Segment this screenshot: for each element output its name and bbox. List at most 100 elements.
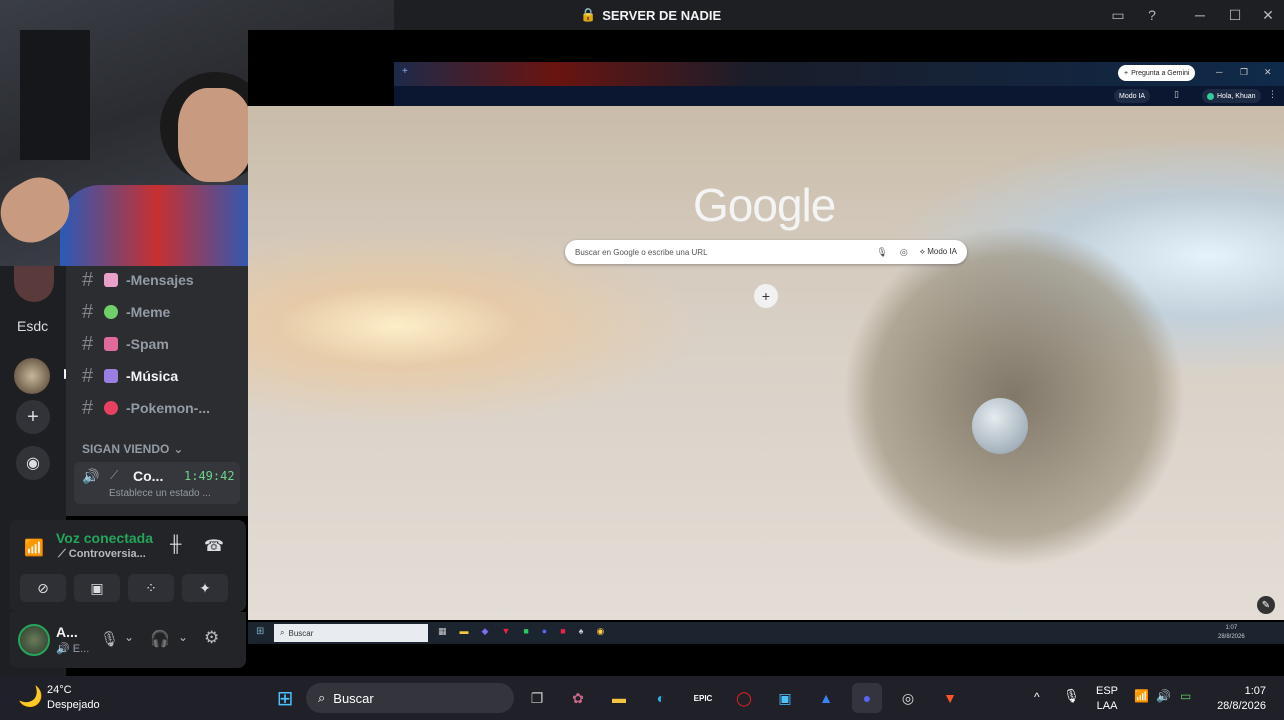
taskbar-clock[interactable]: 1:07 28/8/2026 [1212,684,1266,714]
browser-minimize-icon[interactable]: ─ [1216,67,1222,77]
app-icon: ■ [560,626,566,636]
activities-button[interactable]: ⁘ [128,574,174,602]
language-indicator[interactable]: ESP LAA [1096,684,1118,714]
playstation-button[interactable]: ▲ [811,683,841,713]
pokeball-icon [104,401,118,415]
discover-icon[interactable]: ◉ [16,446,50,480]
opera-button[interactable]: ◯ [729,683,759,713]
soundboard-icon[interactable]: ╫ [170,536,181,554]
screen-share-button[interactable]: ▣ [74,574,120,602]
channel-spam[interactable]: # -Spam [82,330,242,358]
hash-icon: # [82,300,94,323]
server-avatar[interactable] [14,266,54,302]
close-button[interactable]: ✕ [1258,5,1278,25]
tray-mic-icon[interactable]: 🎙 [1063,688,1080,704]
search-mode-label: Modo IA [927,247,957,256]
start-button[interactable]: ⊞ [270,683,300,713]
browser-restore-icon[interactable]: ❐ [1240,67,1248,78]
customize-pencil-icon[interactable]: ✎ [1257,596,1275,614]
battery-icon[interactable]: ▭ [1180,689,1191,703]
task-view-button[interactable]: ❐ [522,683,552,713]
voice-panel: 📶 Voz conectada ⟋ Controversia... ╫ ☎ ⊘ … [10,520,246,612]
browser-address-bar: Modo IA ▯ Hola, Khuan ⋮ [394,86,1284,106]
voice-channel-ref-label: Controversia... [68,548,146,560]
signal-icon[interactable]: 📶 [24,538,44,558]
settings-gear-icon[interactable]: ⚙ [204,628,219,648]
avatar[interactable] [18,624,50,656]
windows-taskbar [0,676,1284,720]
copilot-icon: ✿ [572,689,584,706]
screen-share-icon: ▣ [90,579,104,596]
disconnect-icon[interactable]: ☎ [204,536,224,556]
mode-ia-chip[interactable]: Modo IA [1114,89,1151,103]
stream-windows-icon: ⊞ [256,626,265,637]
voice-search-icon[interactable]: 🎙 [876,247,887,258]
microphone-icon[interactable]: 🎙 [100,630,119,648]
channel-pokemon[interactable]: # -Pokemon-... [82,394,242,422]
search-mode-ia[interactable]: ⟡ Modo IA [920,247,957,257]
voice-channel-name: Co... [133,468,164,484]
stream-taskbar-apps: ▦ ▬ ◆ ▼ ■ ● ■ ♠ ◉ [438,626,604,637]
mode-ia-label: Modo IA [1119,92,1146,100]
voice-channel-ref[interactable]: ⟋ Controversia... [58,548,146,561]
moon-weather-icon[interactable]: 🌙 [18,684,43,709]
channel-meme[interactable]: # -Meme [82,298,242,326]
weather-widget[interactable]: 24°C Despejado [47,683,100,713]
volume-icon[interactable]: 🔊 [1156,689,1171,703]
gemini-button[interactable]: + Pregunta a Gemini [1118,65,1196,81]
hash-icon: # [82,396,94,419]
voice-category[interactable]: SIGAN VIENDO ⌄ [82,442,183,456]
playstation-icon: ♠ [578,626,584,636]
store-button[interactable]: ▣ [770,683,800,713]
app-icon: ■ [523,626,529,636]
wifi-icon[interactable]: 📶 [1134,689,1149,703]
add-shortcut-button[interactable]: + [754,284,778,308]
new-tab-icon[interactable]: + [402,66,408,77]
taskbar-search-label: Buscar [333,690,374,706]
soundboard-button[interactable]: ✦ [182,574,228,602]
file-explorer-button[interactable]: ▬ [604,683,634,713]
brave-button[interactable]: ▼ [935,683,965,713]
voice-duration: 1:49:42 [184,469,235,483]
epic-games-icon: EPIC [693,693,713,703]
channel-mensajes[interactable]: # -Mensajes [82,266,242,294]
bookmark-icon[interactable]: ▯ [1174,89,1179,100]
discord-icon: ● [862,690,872,706]
lens-icon[interactable]: ◎ [900,247,908,258]
copilot-button[interactable]: ✿ [563,683,593,713]
weather-desc: Despejado [47,699,100,711]
username[interactable]: A... [56,624,78,640]
channel-label: -Mensajes [126,272,194,288]
add-server-icon[interactable]: + [16,400,50,434]
camera-off-icon: ⊘ [37,579,49,596]
google-search-box[interactable]: Buscar en Google o escribe una URL 🎙 ◎ ⟡… [565,240,967,264]
maximize-button[interactable]: ☐ [1225,5,1245,25]
taskbar-search[interactable]: ⌕ Buscar [306,683,514,713]
server-icon-planet[interactable] [14,358,50,394]
camera-off-button[interactable]: ⊘ [20,574,66,602]
channel-musica[interactable]: # -Música [82,362,242,390]
headphones-icon[interactable]: 🎧 [150,629,170,649]
minimize-button[interactable]: ─ [1190,5,1210,25]
search-icon: ⌕ [318,690,326,705]
browser-close-icon[interactable]: ✕ [1264,67,1272,78]
headphones-chevron-icon[interactable]: ⌄ [178,630,188,644]
tray-chevron-icon[interactable]: ^ [1034,690,1040,704]
hash-icon: # [82,268,94,291]
hash-icon: # [82,332,94,355]
help-icon[interactable]: ? [1142,5,1162,25]
inbox-icon[interactable]: ▭ [1108,5,1128,25]
server-abbrev[interactable]: Esdc [17,318,48,334]
epic-games-button[interactable]: EPIC [688,683,718,713]
profile-chip[interactable]: Hola, Khuan [1202,89,1261,103]
browser-menu-icon[interactable]: ⋮ [1268,89,1277,100]
voice-connected-label[interactable]: Voz conectada [56,530,153,546]
obs-icon: ◎ [901,689,915,706]
voice-channel-item[interactable]: 🔊 ⟋ Co... 1:49:42 Establece un estado ..… [74,462,240,504]
discord-button[interactable]: ● [852,683,882,713]
obs-button[interactable]: ◎ [893,683,923,713]
mic-chevron-icon[interactable]: ⌄ [124,630,134,644]
profile-greeting: Hola, Khuan [1217,92,1256,100]
edge-button[interactable]: ◐ [646,683,676,713]
stream-search-label: Buscar [288,628,314,638]
